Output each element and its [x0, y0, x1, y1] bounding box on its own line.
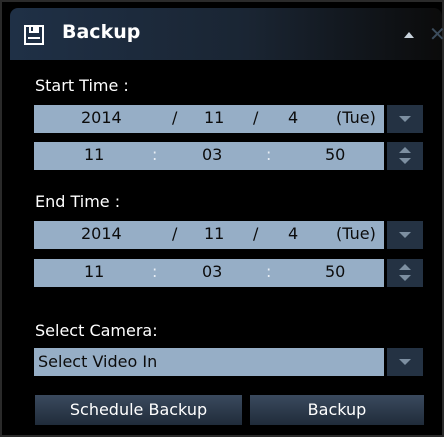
time-separator: : [152, 145, 158, 164]
spinner-down-icon[interactable] [399, 158, 411, 164]
spinner-up-icon[interactable] [399, 147, 411, 153]
chevron-down-icon [399, 232, 411, 238]
end-hour[interactable]: 11 [84, 262, 104, 281]
start-year[interactable]: 2014 [81, 108, 122, 127]
start-time-field[interactable]: 11 : 03 : 50 [34, 142, 384, 170]
panel-title: Backup [62, 21, 141, 43]
start-month[interactable]: 11 [204, 108, 224, 127]
end-second[interactable]: 50 [325, 262, 345, 281]
schedule-backup-button[interactable]: Schedule Backup [35, 395, 242, 425]
end-time-spinner[interactable] [387, 259, 423, 287]
end-date-dropdown-button[interactable] [387, 221, 423, 249]
chevron-down-icon [399, 359, 411, 365]
start-time-label: Start Time : [35, 76, 129, 95]
end-date-field[interactable]: 2014 / 11 / 4 (Tue) [34, 221, 384, 249]
collapse-up-icon[interactable] [404, 32, 414, 38]
spinner-up-icon[interactable] [399, 264, 411, 270]
end-minute[interactable]: 03 [202, 262, 222, 281]
start-time-spinner[interactable] [387, 142, 423, 170]
panel-header: Backup ✕ [10, 8, 444, 60]
start-date-dropdown-button[interactable] [387, 105, 423, 133]
backup-button[interactable]: Backup [250, 395, 424, 425]
date-separator: / [253, 224, 259, 243]
end-time-field[interactable]: 11 : 03 : 50 [34, 259, 384, 287]
end-weekday: (Tue) [336, 224, 376, 243]
chevron-down-icon [399, 116, 411, 122]
start-date-field[interactable]: 2014 / 11 / 4 (Tue) [34, 105, 384, 133]
camera-select-value: Select Video In [38, 352, 158, 371]
close-icon[interactable]: ✕ [429, 22, 444, 46]
end-day[interactable]: 4 [288, 224, 298, 243]
end-year[interactable]: 2014 [81, 224, 122, 243]
camera-select[interactable]: Select Video In [34, 348, 384, 376]
camera-dropdown-button[interactable] [387, 348, 423, 376]
floppy-save-icon [24, 25, 44, 45]
end-month[interactable]: 11 [204, 224, 224, 243]
spinner-down-icon[interactable] [399, 275, 411, 281]
start-minute[interactable]: 03 [202, 145, 222, 164]
date-separator: / [253, 108, 259, 127]
start-second[interactable]: 50 [325, 145, 345, 164]
time-separator: : [266, 145, 272, 164]
select-camera-label: Select Camera: [35, 321, 158, 340]
backup-panel: Backup ✕ Start Time : 2014 / 11 / 4 (Tue… [0, 0, 444, 437]
date-separator: / [172, 224, 178, 243]
time-separator: : [152, 262, 158, 281]
start-weekday: (Tue) [336, 108, 376, 127]
date-separator: / [172, 108, 178, 127]
end-time-label: End Time : [35, 192, 121, 211]
time-separator: : [266, 262, 272, 281]
start-hour[interactable]: 11 [84, 145, 104, 164]
start-day[interactable]: 4 [288, 108, 298, 127]
